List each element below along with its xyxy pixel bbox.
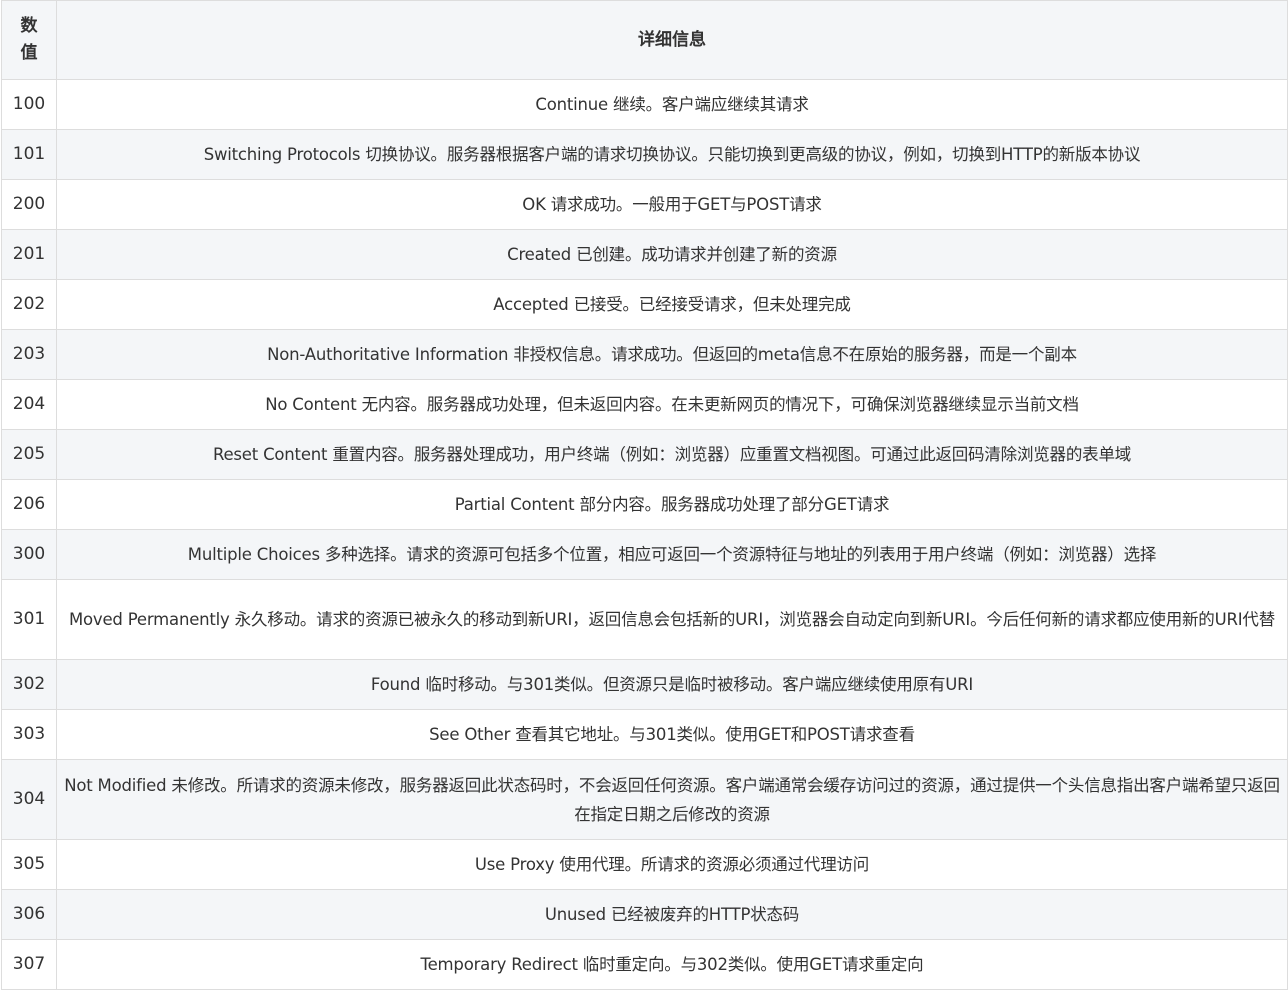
status-description: Partial Content 部分内容。服务器成功处理了部分GET请求 [56,479,1288,530]
table-row: 303 See Other 查看其它地址。与301类似。使用GET和POST请求… [1,709,1288,760]
column-header-desc: 详细信息 [56,0,1288,80]
status-code: 301 [1,579,57,660]
table-row: 203 Non-Authoritative Information 非授权信息。… [1,329,1288,380]
status-code: 101 [1,129,57,180]
status-code: 200 [1,179,57,230]
status-description: Reset Content 重置内容。服务器处理成功，用户终端（例如：浏览器）应… [56,429,1288,480]
table-row: 202 Accepted 已接受。已经接受请求，但未处理完成 [1,279,1288,330]
status-description: Temporary Redirect 临时重定向。与302类似。使用GET请求重… [56,939,1288,990]
status-code: 300 [1,529,57,580]
table-row: 307 Temporary Redirect 临时重定向。与302类似。使用GE… [1,939,1288,990]
table-row: 206 Partial Content 部分内容。服务器成功处理了部分GET请求 [1,479,1288,530]
column-header-code-line2: 值 [20,43,38,63]
table-row: 200 OK 请求成功。一般用于GET与POST请求 [1,179,1288,230]
table-row: 306 Unused 已经被废弃的HTTP状态码 [1,889,1288,940]
status-description: Unused 已经被废弃的HTTP状态码 [56,889,1288,940]
status-code: 302 [1,659,57,710]
status-description: Use Proxy 使用代理。所请求的资源必须通过代理访问 [56,839,1288,890]
table-row: 101 Switching Protocols 切换协议。服务器根据客户端的请求… [1,129,1288,180]
column-header-code: 数 值 [1,0,57,80]
status-code: 307 [1,939,57,990]
status-code: 203 [1,329,57,380]
status-description: Switching Protocols 切换协议。服务器根据客户端的请求切换协议… [56,129,1288,180]
table-row: 204 No Content 无内容。服务器成功处理，但未返回内容。在未更新网页… [1,379,1288,430]
status-code: 201 [1,229,57,280]
status-description: OK 请求成功。一般用于GET与POST请求 [56,179,1288,230]
status-code: 306 [1,889,57,940]
status-description: Found 临时移动。与301类似。但资源只是临时被移动。客户端应继续使用原有U… [56,659,1288,710]
status-code: 305 [1,839,57,890]
status-description: See Other 查看其它地址。与301类似。使用GET和POST请求查看 [56,709,1288,760]
status-description: Multiple Choices 多种选择。请求的资源可包括多个位置，相应可返回… [56,529,1288,580]
status-code: 304 [1,759,57,840]
column-header-code-line1: 数 [20,16,38,36]
status-code: 202 [1,279,57,330]
table-row: 304 Not Modified 未修改。所请求的资源未修改，服务器返回此状态码… [1,759,1288,840]
table-row: 302 Found 临时移动。与301类似。但资源只是临时被移动。客户端应继续使… [1,659,1288,710]
table-row: 205 Reset Content 重置内容。服务器处理成功，用户终端（例如：浏… [1,429,1288,480]
table-row: 300 Multiple Choices 多种选择。请求的资源可包括多个位置，相… [1,529,1288,580]
status-description: No Content 无内容。服务器成功处理，但未返回内容。在未更新网页的情况下… [56,379,1288,430]
status-description: Continue 继续。客户端应继续其请求 [56,79,1288,130]
status-code: 205 [1,429,57,480]
status-code: 204 [1,379,57,430]
status-description: Moved Permanently 永久移动。请求的资源已被永久的移动到新URI… [56,579,1288,660]
status-code: 100 [1,79,57,130]
http-status-table: 数 值 详细信息 100 Continue 继续。客户端应继续其请求 101 S… [1,0,1288,990]
status-code: 303 [1,709,57,760]
table-row: 201 Created 已创建。成功请求并创建了新的资源 [1,229,1288,280]
table-row: 301 Moved Permanently 永久移动。请求的资源已被永久的移动到… [1,579,1288,660]
status-description: Accepted 已接受。已经接受请求，但未处理完成 [56,279,1288,330]
table-header-row: 数 值 详细信息 [1,0,1288,80]
status-description: Non-Authoritative Information 非授权信息。请求成功… [56,329,1288,380]
status-code: 206 [1,479,57,530]
status-description: Not Modified 未修改。所请求的资源未修改，服务器返回此状态码时，不会… [56,759,1288,840]
status-description: Created 已创建。成功请求并创建了新的资源 [56,229,1288,280]
table-row: 305 Use Proxy 使用代理。所请求的资源必须通过代理访问 [1,839,1288,890]
table-row: 100 Continue 继续。客户端应继续其请求 [1,79,1288,130]
